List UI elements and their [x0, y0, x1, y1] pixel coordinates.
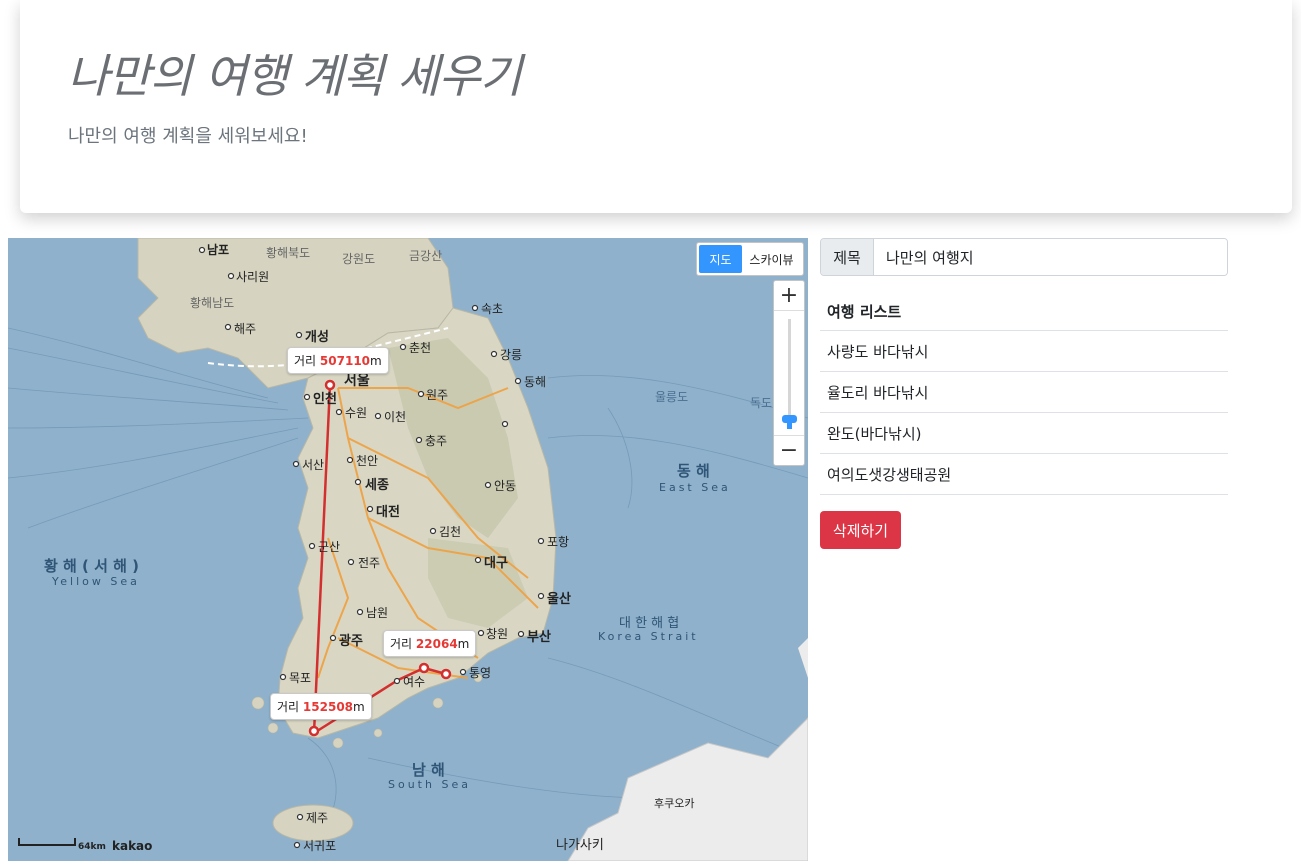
zoom-out-button[interactable]: −	[774, 435, 804, 465]
map-label-east-sea: 동 해	[677, 462, 710, 480]
list-item[interactable]: 율도리 바다낚시	[820, 372, 1228, 413]
side-panel: 제목 여행 리스트 사량도 바다낚시 율도리 바다낚시 완도(바다낚시) 여의도…	[820, 238, 1228, 549]
map-label-andong: 안동	[494, 479, 517, 493]
distance-label: 거리	[390, 637, 413, 651]
zoom-slider-track[interactable]	[788, 319, 791, 427]
list-item[interactable]: 사량도 바다낚시	[820, 331, 1228, 372]
travel-list-header: 여행 리스트	[820, 293, 1228, 331]
map-label-south-sea-en: South Sea	[388, 778, 471, 791]
map-label-daejeon: 대전	[376, 505, 400, 520]
map-label-yellow-sea-en: Yellow Sea	[52, 575, 140, 588]
map-label-gaeseong: 개성	[305, 330, 329, 345]
map-label-seogwipo: 서귀포	[303, 839, 337, 853]
map-label-changwon: 창원	[486, 627, 509, 641]
map-type-roadmap-button[interactable]: 지도	[699, 245, 742, 273]
kakao-map[interactable]: 남포 사리원 황해북도 황해남도 강원도 금강산 해주 개성 서울 인천 수원 …	[8, 238, 808, 861]
map-label-pohang: 포항	[547, 535, 570, 549]
map-label-donghae: 동해	[524, 375, 547, 389]
map-label-yellow-sea: 황 해 ( 서 해 )	[44, 557, 140, 575]
map-label-korea-strait-en: Korea Strait	[598, 630, 699, 643]
map-label-sejong: 세종	[365, 478, 389, 493]
delete-button[interactable]: 삭제하기	[820, 511, 901, 549]
map-label-seosan: 서산	[302, 458, 325, 472]
map-label-gangwondo: 강원도	[342, 252, 376, 266]
title-input-group: 제목	[820, 238, 1228, 276]
kakao-logo[interactable]: kakao	[112, 839, 152, 853]
map-label-fukuoka: 후쿠오카	[654, 797, 695, 810]
distance-label: 거리	[277, 700, 300, 714]
map-label-icheon: 이천	[384, 410, 407, 424]
map-label-sariwon: 사리원	[236, 270, 270, 284]
travel-list: 여행 리스트 사량도 바다낚시 율도리 바다낚시 완도(바다낚시) 여의도샛강생…	[820, 293, 1228, 495]
zoom-slider-handle[interactable]	[782, 415, 797, 423]
map-label-sokcho: 속초	[481, 302, 504, 316]
map-scale-text: 64km	[78, 842, 106, 852]
map-label-cheonan: 천안	[356, 454, 379, 468]
map-label-jeonju: 전주	[358, 556, 381, 570]
map-type-control: 지도 스카이뷰	[696, 242, 804, 276]
map-label-jeju: 제주	[306, 811, 329, 825]
map-label-mokpo: 목포	[289, 671, 312, 685]
map-label-ulleungdo: 울릉도	[655, 390, 689, 404]
map-label-geumgangsan: 금강산	[409, 249, 443, 263]
distance-value: 507110	[319, 354, 371, 368]
page-subtitle: 나만의 여행 계획을 세워보세요!	[68, 126, 308, 147]
map-label-daegu: 대구	[484, 556, 508, 571]
map-label-south-sea: 남 해	[412, 761, 445, 779]
map-label-wonju: 원주	[426, 388, 449, 402]
map-label-gimcheon: 김천	[439, 525, 462, 539]
distance-unit: m	[370, 354, 382, 368]
title-input[interactable]	[874, 239, 1227, 275]
map-label-chuncheon: 춘천	[409, 341, 432, 355]
title-input-label: 제목	[821, 239, 874, 275]
distance-overlay: 거리 22064m	[383, 630, 477, 657]
zoom-control: + −	[773, 280, 805, 466]
map-label-namwon: 남원	[366, 606, 389, 620]
map-scale-bar	[18, 838, 76, 846]
map-label-suwon: 수원	[345, 406, 368, 420]
map-label-gunsan: 군산	[318, 540, 341, 554]
distance-label: 거리	[294, 354, 317, 368]
map-label-ulsan: 울산	[547, 592, 571, 607]
distance-overlay: 거리 152508m	[270, 693, 372, 720]
map-label-gangneung: 강릉	[500, 348, 523, 362]
map-type-skyview-button[interactable]: 스카이뷰	[742, 245, 801, 273]
map-label-yeosu: 여수	[403, 675, 426, 689]
distance-value: 152508	[302, 700, 354, 714]
map-label-nagasaki: 나가사키	[556, 838, 604, 853]
map-label-korea-strait: 대 한 해 협	[619, 616, 680, 631]
map-label-busan: 부산	[527, 630, 551, 645]
distance-value: 22064	[415, 637, 458, 651]
map-label-chungju: 충주	[425, 434, 448, 448]
map-label-dokdo: 독도	[750, 396, 773, 410]
map-label-hwanghaenamdo: 황해남도	[190, 296, 235, 310]
distance-unit: m	[457, 637, 470, 651]
map-label-nampo: 남포	[207, 243, 230, 257]
map-label-tongyeong: 통영	[469, 666, 492, 680]
map-label-haeju: 해주	[234, 322, 257, 336]
list-item[interactable]: 여의도샛강생태공원	[820, 454, 1228, 495]
zoom-in-button[interactable]: +	[774, 281, 804, 311]
distance-unit: m	[353, 700, 365, 714]
map-label-gwangju: 광주	[339, 634, 363, 649]
distance-overlay: 거리 507110m	[287, 347, 389, 374]
map-label-east-sea-en: East Sea	[659, 481, 731, 494]
map-label-incheon: 인천	[313, 392, 337, 407]
map-label-hwanghaebukdo: 황해북도	[266, 246, 311, 260]
page-title: 나만의 여행 계획 세우기	[67, 49, 522, 103]
header-jumbotron: 나만의 여행 계획 세우기 나만의 여행 계획을 세워보세요!	[20, 0, 1292, 213]
list-item[interactable]: 완도(바다낚시)	[820, 413, 1228, 454]
